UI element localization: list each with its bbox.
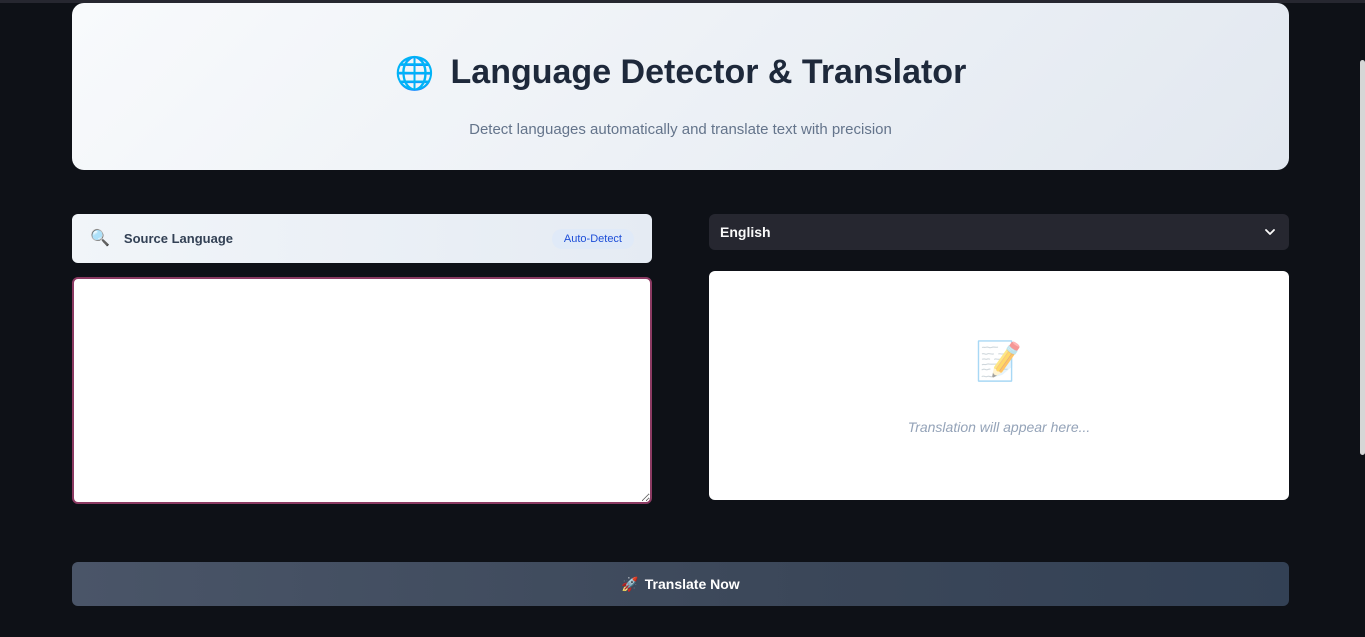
target-language-value: English: [720, 224, 771, 240]
magnifier-icon: 🔍: [90, 229, 110, 247]
source-text-container: [72, 277, 652, 504]
page-title-row: 🌐 Language Detector & Translator: [72, 53, 1289, 92]
source-language-label: Source Language: [123, 231, 233, 246]
source-text-input[interactable]: [74, 279, 650, 502]
page-subtitle: Detect languages automatically and trans…: [469, 121, 892, 138]
translation-placeholder: Translation will appear here...: [907, 419, 1091, 435]
globe-icon: 🌐: [394, 54, 435, 91]
rocket-icon: 🚀: [621, 575, 639, 592]
page-scrollbar[interactable]: [1360, 60, 1365, 455]
header-card: 🌐 Language Detector & Translator Detect …: [72, 3, 1289, 170]
page-title: Language Detector & Translator: [450, 53, 967, 91]
translate-now-button[interactable]: 🚀 Translate Now: [72, 562, 1289, 606]
auto-detect-badge: Auto-Detect: [551, 228, 634, 249]
source-language-card: 🔍 Source Language Auto-Detect: [72, 214, 652, 263]
translation-output-panel: 📝 Translation will appear here...: [709, 271, 1289, 500]
memo-icon: 📝: [975, 341, 1023, 383]
chevron-down-icon: [1265, 229, 1275, 235]
translate-now-label: Translate Now: [644, 576, 740, 592]
target-language-select[interactable]: English: [709, 214, 1289, 250]
